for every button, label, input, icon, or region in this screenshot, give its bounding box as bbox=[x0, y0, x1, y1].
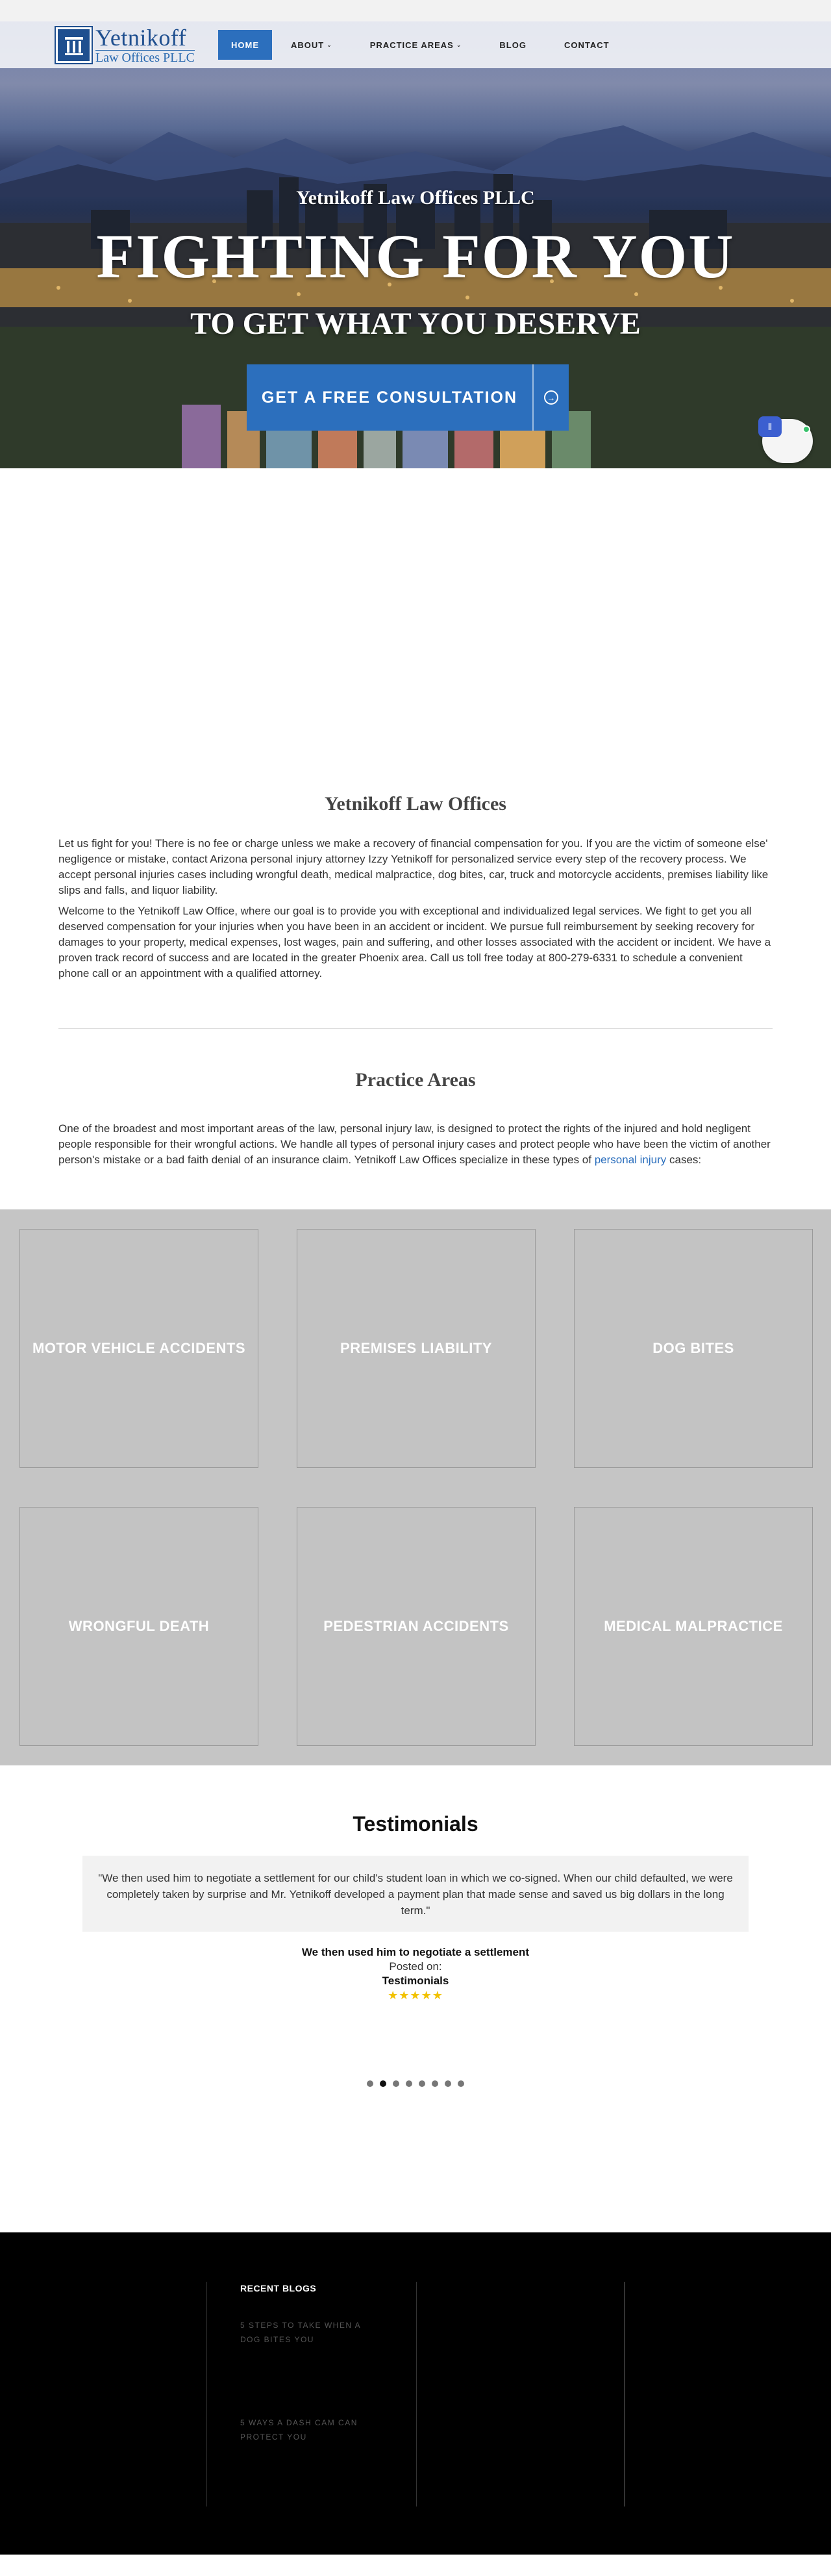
hero-firm-name: Yetnikoff Law Offices PLLC bbox=[296, 187, 535, 208]
nav-contact-label: CONTACT bbox=[564, 40, 610, 50]
nav-blog[interactable]: BLOG bbox=[480, 30, 545, 60]
top-bar bbox=[0, 0, 831, 21]
area-label: DOG BITES bbox=[652, 1340, 734, 1356]
practice-title: Practice Areas bbox=[355, 1069, 476, 1091]
carousel-dots bbox=[0, 2080, 831, 2087]
testimonial-category: Testimonials bbox=[382, 1975, 449, 1987]
nav-contact[interactable]: CONTACT bbox=[545, 30, 628, 60]
nav-about-label: ABOUT bbox=[291, 40, 325, 50]
testimonial-posted-label: Posted on: bbox=[389, 1960, 442, 1973]
area-card-pedestrian[interactable]: PEDESTRIAN ACCIDENTS bbox=[297, 1507, 536, 1746]
cta-label: GET A FREE CONSULTATION bbox=[261, 388, 518, 407]
practice-section: Practice Areas One of the broadest and m… bbox=[0, 1029, 831, 1168]
nav-practice-label: PRACTICE AREAS bbox=[369, 40, 454, 50]
carousel-dot[interactable] bbox=[458, 2080, 464, 2087]
area-label: PREMISES LIABILITY bbox=[340, 1340, 492, 1356]
hero-tagline: TO GET WHAT YOU DESERVE bbox=[190, 307, 641, 341]
practice-areas-grid: MOTOR VEHICLE ACCIDENTS PREMISES LIABILI… bbox=[0, 1209, 831, 1765]
carousel-dot[interactable] bbox=[380, 2080, 386, 2087]
area-card-medical-malpractice[interactable]: MEDICAL MALPRACTICE bbox=[574, 1507, 813, 1746]
area-card-motor-vehicle[interactable]: MOTOR VEHICLE ACCIDENTS bbox=[19, 1229, 258, 1468]
area-card-wrongful-death[interactable]: WRONGFUL DEATH bbox=[19, 1507, 258, 1746]
area-label: WRONGFUL DEATH bbox=[68, 1618, 210, 1634]
chevron-down-icon: ⌄ bbox=[327, 41, 332, 48]
pillar-logo-icon bbox=[55, 26, 93, 64]
about-title: Yetnikoff Law Offices bbox=[325, 793, 506, 814]
carousel-dot[interactable] bbox=[367, 2080, 373, 2087]
carousel-dot[interactable] bbox=[432, 2080, 438, 2087]
site-header: Yetnikoff Law Offices PLLC HOME ABOUT ⌄ P… bbox=[0, 21, 831, 68]
nav-blog-label: BLOG bbox=[499, 40, 527, 50]
chat-widget[interactable]: ⦀ bbox=[758, 416, 813, 463]
blog-link[interactable]: 5 STEPS TO TAKE WHEN A DOG BITES YOU bbox=[240, 2318, 383, 2347]
logo[interactable]: Yetnikoff Law Offices PLLC bbox=[55, 25, 217, 65]
carousel-dot[interactable] bbox=[419, 2080, 425, 2087]
logo-subtitle: Law Offices PLLC bbox=[95, 50, 195, 65]
chat-bubble-icon: ⦀ bbox=[758, 416, 782, 437]
chevron-down-icon: ⌄ bbox=[456, 41, 462, 48]
testimonial-title: We then used him to negotiate a settleme… bbox=[301, 1946, 530, 1958]
star-rating-icon: ★★★★★ bbox=[388, 1989, 443, 2002]
area-label: MEDICAL MALPRACTICE bbox=[604, 1618, 783, 1634]
area-label: MOTOR VEHICLE ACCIDENTS bbox=[32, 1340, 246, 1356]
nav-home-label: HOME bbox=[231, 40, 259, 50]
about-section: Yetnikoff Law Offices Let us fight for y… bbox=[0, 468, 831, 1029]
site-footer: RECENT BLOGS 5 STEPS TO TAKE WHEN A DOG … bbox=[0, 2232, 831, 2555]
about-paragraph-1: Let us fight for you! There is no fee or… bbox=[58, 837, 769, 896]
footer-column bbox=[206, 2282, 417, 2507]
testimonials-section: Testimonials "We then used him to negoti… bbox=[0, 1765, 831, 2087]
carousel-dot[interactable] bbox=[406, 2080, 412, 2087]
nav-home[interactable]: HOME bbox=[218, 30, 272, 60]
arrow-circle-icon: → bbox=[544, 390, 558, 405]
practice-intro: One of the broadest and most important a… bbox=[58, 1121, 773, 1168]
area-label: PEDESTRIAN ACCIDENTS bbox=[323, 1618, 509, 1634]
testimonials-title: Testimonials bbox=[353, 1812, 478, 1836]
area-card-premises-liability[interactable]: PREMISES LIABILITY bbox=[297, 1229, 536, 1468]
footer-column bbox=[417, 2282, 625, 2507]
hero-banner: Yetnikoff Law Offices PLLC FIGHTING FOR … bbox=[0, 21, 831, 468]
area-card-dog-bites[interactable]: DOG BITES bbox=[574, 1229, 813, 1468]
nav-practice-areas[interactable]: PRACTICE AREAS ⌄ bbox=[351, 30, 481, 60]
main-nav: HOME ABOUT ⌄ PRACTICE AREAS ⌄ BLOG CONTACT bbox=[218, 30, 628, 60]
blog-link[interactable]: 5 WAYS A DASH CAM CAN PROTECT YOU bbox=[240, 2416, 383, 2444]
testimonial-quote: "We then used him to negotiate a settlem… bbox=[82, 1856, 749, 1932]
recent-blogs-title: RECENT BLOGS bbox=[240, 2283, 317, 2293]
free-consultation-button[interactable]: GET A FREE CONSULTATION → bbox=[247, 364, 569, 431]
carousel-dot[interactable] bbox=[393, 2080, 399, 2087]
carousel-dot[interactable] bbox=[445, 2080, 451, 2087]
nav-about[interactable]: ABOUT ⌄ bbox=[272, 30, 351, 60]
hero-title: FIGHTING FOR YOU bbox=[96, 221, 735, 291]
about-paragraph-2: Welcome to the Yetnikoff Law Office, whe… bbox=[58, 905, 771, 979]
personal-injury-link[interactable]: personal injury bbox=[595, 1154, 667, 1166]
practice-intro-end: cases: bbox=[669, 1154, 702, 1166]
online-status-icon bbox=[802, 425, 810, 433]
logo-name: Yetnikoff bbox=[95, 25, 187, 51]
